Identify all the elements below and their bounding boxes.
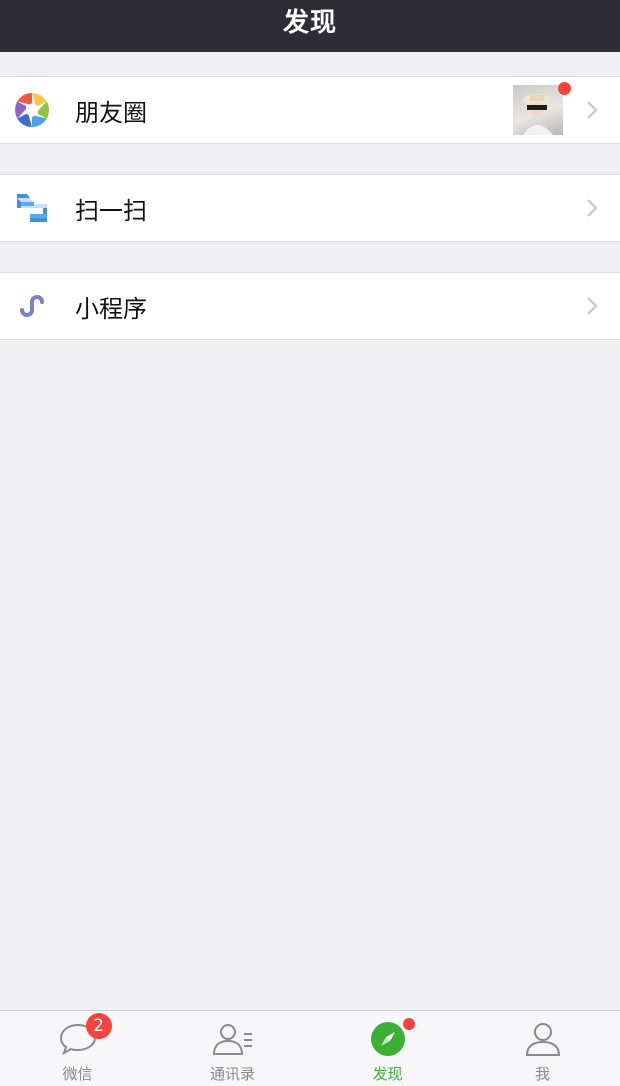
tab-discover-label: 发现 xyxy=(372,1065,403,1083)
chevron-right-icon xyxy=(587,101,598,119)
compass-icon xyxy=(366,1017,416,1059)
tab-chats-label: 微信 xyxy=(62,1065,93,1083)
scan-group: 扫一扫 xyxy=(0,174,620,242)
page-title: 发现 xyxy=(282,7,337,38)
menu-item-mini-programs[interactable]: 小程序 xyxy=(0,273,620,339)
chat-bubble-icon: 2 xyxy=(56,1013,112,1059)
menu-item-moments[interactable]: 朋友圈 xyxy=(0,77,620,143)
scan-icon xyxy=(14,190,50,226)
chevron-right-icon xyxy=(587,199,598,217)
person-icon xyxy=(521,1019,565,1059)
moments-group: 朋友圈 xyxy=(0,76,620,144)
mini-programs-group: 小程序 xyxy=(0,272,620,340)
moments-aperture-icon xyxy=(14,92,50,128)
tab-contacts-label: 通讯录 xyxy=(209,1065,255,1083)
tab-me[interactable]: 我 xyxy=(465,1011,620,1086)
mini-programs-label: 小程序 xyxy=(75,294,147,323)
tab-contacts[interactable]: 通讯录 xyxy=(155,1011,310,1086)
navigation-bar: 发现 xyxy=(0,0,620,52)
unread-badge: 2 xyxy=(85,1013,112,1039)
tab-me-label: 我 xyxy=(534,1065,550,1083)
contacts-icon xyxy=(211,1019,255,1059)
mini-program-icon xyxy=(14,288,50,324)
chevron-right-icon xyxy=(587,297,598,315)
scan-label: 扫一扫 xyxy=(75,196,147,225)
moments-label: 朋友圈 xyxy=(75,98,147,127)
moments-latest-thumbnail xyxy=(513,85,563,135)
menu-item-scan[interactable]: 扫一扫 xyxy=(0,175,620,241)
discover-new-dot xyxy=(401,1017,416,1031)
tab-bar: 2 微信 通讯录 发现 我 xyxy=(0,1010,620,1086)
moments-new-dot xyxy=(558,82,571,95)
tab-discover[interactable]: 发现 xyxy=(310,1011,465,1086)
tab-chats[interactable]: 2 微信 xyxy=(0,1011,155,1086)
